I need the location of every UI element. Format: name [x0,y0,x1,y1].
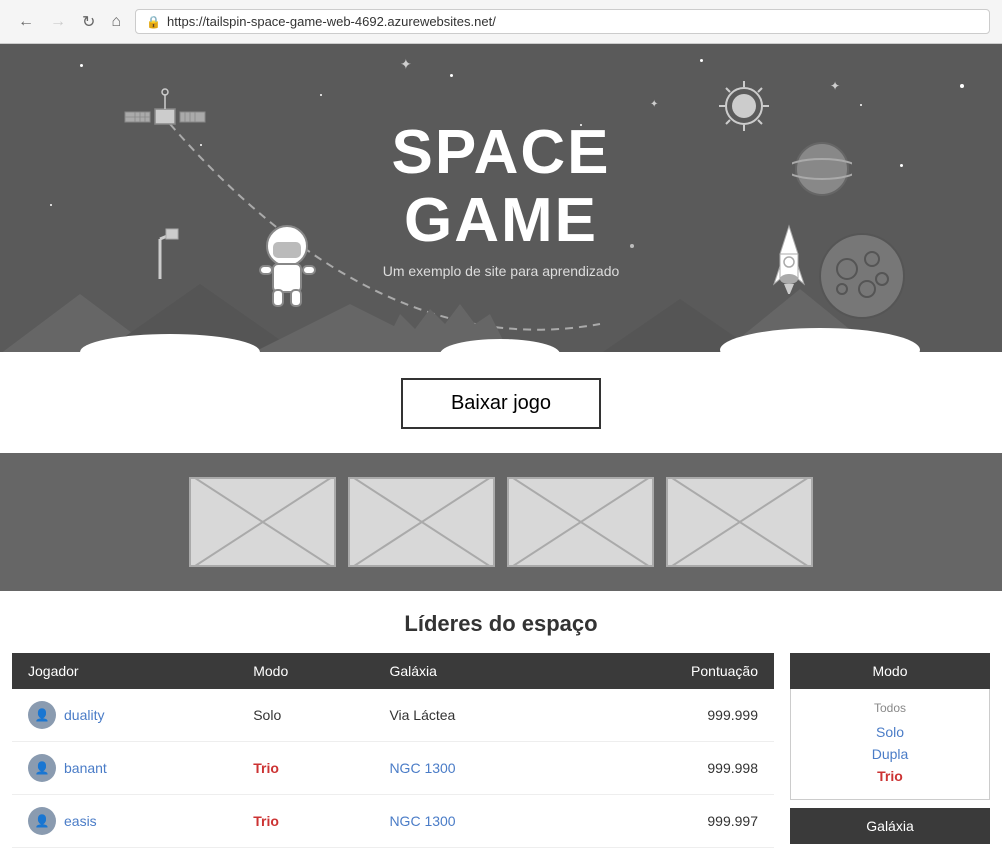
mode-value: Trio [253,760,279,776]
hero-content: SPACE GAME Um exemplo de site para apren… [383,119,620,279]
avatar: 👤 [28,807,56,835]
filter-dupla[interactable]: Dupla [807,743,973,765]
filter-galaxy-header: Galáxia [790,808,990,844]
screenshot-2 [348,477,495,567]
avatar: 👤 [28,754,56,782]
hero-section: ✦ ✦ ✦ [0,44,1002,354]
forward-button[interactable]: → [44,11,72,33]
player-link[interactable]: banant [64,760,107,776]
screenshots-section [0,453,1002,591]
player-link[interactable]: easis [64,813,97,829]
download-button[interactable]: Baixar jogo [401,378,601,429]
table-row: 👤 duality SoloVia Láctea999.999 [12,689,774,742]
refresh-button[interactable]: ↻ [76,10,101,34]
col-mode: Modo [237,653,373,689]
leaderboard-table: Jogador Modo Galáxia Pontuação 👤 duality S… [12,653,774,848]
galaxy-cell: NGC 1300 [373,795,572,848]
player-link[interactable]: duality [64,707,104,723]
galaxy-cell: Via Láctea [373,689,572,742]
col-galaxy: Galáxia [373,653,572,689]
filter-mode-header: Modo [790,653,990,689]
score-cell: 999.999 [573,689,774,742]
avatar: 👤 [28,701,56,729]
mode-cell: Trio [237,742,373,795]
filter-all-label: Todos [807,701,973,715]
score-cell: 999.998 [573,742,774,795]
galaxy-link[interactable]: NGC 1300 [389,813,455,829]
col-score: Pontuação [573,653,774,689]
leaderboard-table-wrap: Jogador Modo Galáxia Pontuação 👤 duality S… [12,653,774,848]
leaderboard-section: Líderes do espaço Jogador Modo Galáxia P… [0,591,1002,868]
mountains-decoration [0,274,1002,354]
hero-subtitle: Um exemplo de site para aprendizado [383,263,620,279]
address-bar[interactable]: 🔒 https://tailspin-space-game-web-4692.a… [135,9,990,34]
filter-solo[interactable]: Solo [807,721,973,743]
hero-title: SPACE GAME [383,119,620,255]
back-button[interactable]: ← [12,11,40,33]
galaxy-link[interactable]: NGC 1300 [389,760,455,776]
screenshot-3 [507,477,654,567]
mode-value: Solo [237,689,373,742]
leaderboard-layout: Jogador Modo Galáxia Pontuação 👤 duality S… [12,653,990,848]
player-cell: 👤 banant [12,742,237,795]
planet-decoration [792,139,852,204]
table-row: 👤 banant Trio NGC 1300 999.998 [12,742,774,795]
sun-decoration [717,79,772,139]
mode-value: Trio [253,813,279,829]
player-cell: 👤 easis [12,795,237,848]
filter-trio[interactable]: Trio [807,765,973,787]
download-section: Baixar jogo [0,354,1002,453]
leaderboard-title: Líderes do espaço [12,611,990,637]
satellite-decoration [120,84,210,166]
galaxy-cell: NGC 1300 [373,742,572,795]
filter-panel: Modo Todos Solo Dupla Trio Galáxia [790,653,990,848]
url-text: https://tailspin-space-game-web-4692.azu… [167,14,496,29]
player-cell: 👤 duality [12,689,237,742]
home-button[interactable]: ⌂ [105,11,127,33]
screenshot-1 [189,477,336,567]
table-row: 👤 easis Trio NGC 1300 999.997 [12,795,774,848]
col-player: Jogador [12,653,237,689]
screenshot-4 [666,477,813,567]
filter-body: Todos Solo Dupla Trio [790,689,990,800]
nav-buttons: ← → ↻ ⌂ [12,10,127,34]
table-header-row: Jogador Modo Galáxia Pontuação [12,653,774,689]
score-cell: 999.997 [573,795,774,848]
browser-chrome: ← → ↻ ⌂ 🔒 https://tailspin-space-game-we… [0,0,1002,44]
mode-cell: Trio [237,795,373,848]
lock-icon: 🔒 [146,15,161,29]
